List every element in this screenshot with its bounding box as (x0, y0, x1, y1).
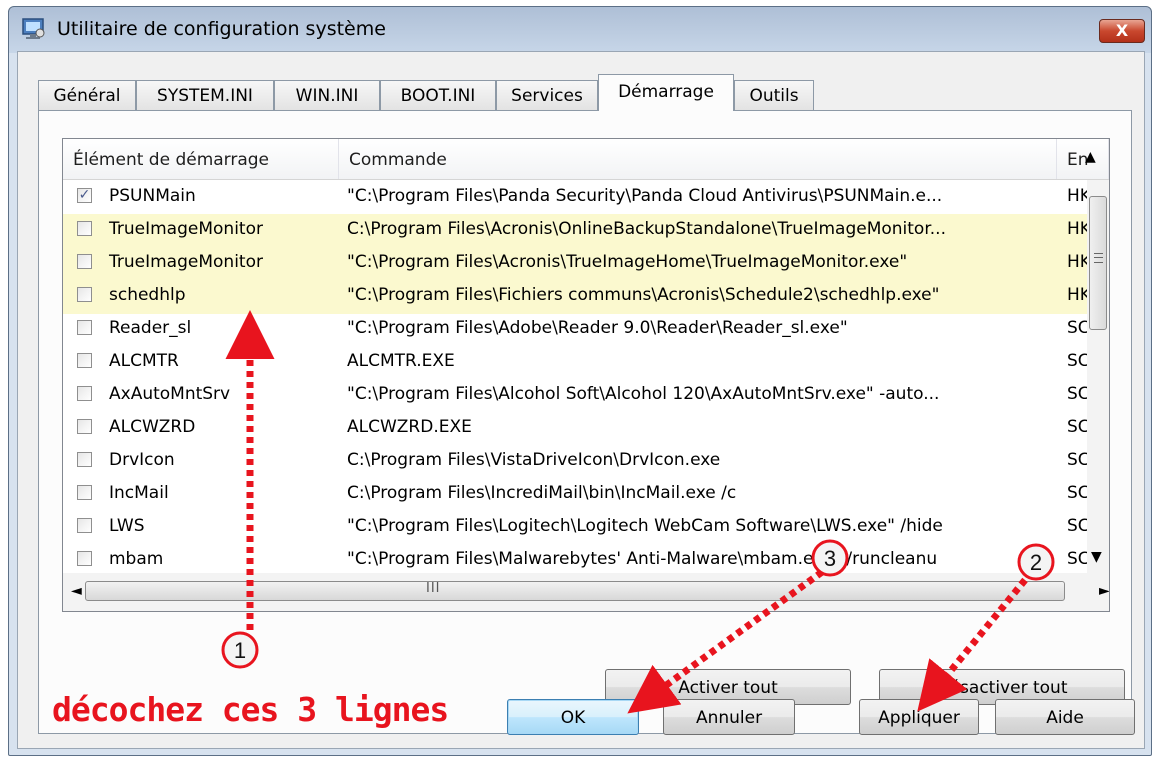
startup-item-location: HK (1067, 219, 1087, 239)
startup-item-location: SC (1067, 483, 1087, 503)
horizontal-scroll-thumb[interactable]: III (85, 581, 1065, 601)
horizontal-scrollbar[interactable]: ◄ III ► (63, 573, 1109, 611)
startup-item-location: SC (1067, 384, 1087, 404)
grip-icon (1094, 253, 1103, 263)
table-row[interactable]: ALCWZRD ALCWZRD.EXE SC (63, 412, 1087, 446)
startup-checkbox[interactable]: ✓ (77, 188, 92, 203)
table-row[interactable]: DrvIcon C:\Program Files\VistaDriveIcon\D… (63, 445, 1087, 479)
startup-panel: Élément de démarrage Commande En ▲ ✓ PSUN… (38, 110, 1132, 734)
startup-item-name: AxAutoMntSrv (109, 384, 231, 404)
scroll-down-icon[interactable]: ▼ (1091, 549, 1102, 565)
startup-item-name: mbam (109, 549, 164, 569)
scroll-right-icon[interactable]: ► (1099, 583, 1109, 599)
startup-item-location: HK (1067, 285, 1087, 305)
table-row[interactable]: mbam "C:\Program Files\Malwarebytes' Anti… (63, 544, 1087, 573)
startup-checkbox[interactable] (77, 485, 92, 500)
startup-item-location: HK (1067, 252, 1087, 272)
column-header-element[interactable]: Élément de démarrage (63, 139, 339, 179)
checkmark-icon: ✓ (78, 187, 91, 203)
startup-checkbox[interactable] (77, 419, 92, 434)
list-header: Élément de démarrage Commande En ▲ (63, 139, 1109, 180)
startup-item-name: TrueImageMonitor (109, 252, 263, 272)
startup-item-name: ALCWZRD (109, 417, 196, 437)
cancel-button[interactable]: Annuler (663, 699, 795, 735)
startup-checkbox[interactable] (77, 320, 92, 335)
startup-item-location: SC (1067, 450, 1087, 470)
table-row[interactable]: ALCMTR ALCMTR.EXE SC (63, 346, 1087, 380)
msconfig-window: Utilitaire de configuration système X Gé… (8, 6, 1152, 756)
startup-item-command: C:\Program Files\IncrediMail\bin\IncMail… (347, 483, 737, 503)
startup-item-name: Reader_sl (109, 318, 192, 338)
startup-item-command: "C:\Program Files\Acronis\TrueImageHome\… (347, 252, 908, 272)
startup-item-command: "C:\Program Files\Malwarebytes' Anti-Mal… (347, 549, 938, 569)
startup-checkbox[interactable] (77, 551, 92, 566)
ok-button[interactable]: OK (507, 699, 639, 735)
table-row[interactable]: TrueImageMonitor C:\Program Files\Acronis… (63, 214, 1087, 248)
scroll-left-icon[interactable]: ◄ (71, 583, 82, 599)
startup-item-name: ALCMTR (109, 351, 179, 371)
startup-item-command: ALCMTR.EXE (347, 351, 455, 371)
startup-item-name: PSUNMain (109, 186, 196, 206)
msconfig-icon (22, 18, 45, 39)
title-bar[interactable]: Utilitaire de configuration système X (9, 7, 1151, 51)
startup-checkbox[interactable] (77, 287, 92, 302)
vertical-scrollbar[interactable] (1087, 180, 1109, 573)
column-header-command[interactable]: Commande (339, 139, 1057, 179)
table-row[interactable]: LWS "C:\Program Files\Logitech\Logitech W… (63, 511, 1087, 545)
tab-boot-ini[interactable]: BOOT.INI (380, 80, 496, 110)
startup-checkbox[interactable] (77, 518, 92, 533)
startup-item-location: SC (1067, 549, 1087, 569)
startup-item-command: ALCWZRD.EXE (347, 417, 472, 437)
table-row[interactable]: IncMail C:\Program Files\IncrediMail\bin\… (63, 478, 1087, 512)
tab-general[interactable]: Général (38, 80, 136, 110)
startup-item-name: TrueImageMonitor (109, 219, 263, 239)
startup-item-command: "C:\Program Files\Adobe\Reader 9.0\Reade… (347, 318, 848, 338)
startup-item-command: C:\Program Files\VistaDriveIcon\DrvIcon.… (347, 450, 721, 470)
startup-item-location: SC (1067, 351, 1087, 371)
startup-item-command: "C:\Program Files\Fichiers communs\Acron… (347, 285, 940, 305)
startup-checkbox[interactable] (77, 452, 92, 467)
tab-demarrage[interactable]: Démarrage (598, 74, 734, 111)
startup-item-command: "C:\Program Files\Alcohol Soft\Alcohol 1… (347, 384, 940, 404)
startup-item-name: DrvIcon (109, 450, 175, 470)
startup-item-command: C:\Program Files\Acronis\OnlineBackupSta… (347, 219, 946, 239)
table-row[interactable]: schedhlp "C:\Program Files\Fichiers commu… (63, 280, 1087, 314)
startup-item-name: LWS (109, 516, 145, 536)
column-header-location[interactable]: En (1057, 139, 1109, 179)
tab-system-ini[interactable]: SYSTEM.INI (136, 80, 274, 110)
startup-item-location: SC (1067, 516, 1087, 536)
startup-item-location: HK (1067, 186, 1087, 206)
startup-item-name: IncMail (109, 483, 169, 503)
close-icon: X (1115, 21, 1129, 40)
startup-item-location: SC (1067, 318, 1087, 338)
table-row[interactable]: TrueImageMonitor "C:\Program Files\Acroni… (63, 247, 1087, 281)
instruction-note: décochez ces 3 lignes (52, 690, 449, 729)
apply-button[interactable]: Appliquer (859, 699, 979, 735)
tab-services[interactable]: Services (496, 80, 598, 110)
grip-icon: III (426, 581, 441, 596)
startup-checkbox[interactable] (77, 353, 92, 368)
help-button[interactable]: Aide (995, 699, 1135, 735)
startup-item-command: "C:\Program Files\Panda Security\Panda C… (347, 186, 943, 206)
list-rows: ✓ PSUNMain "C:\Program Files\Panda Securit… (63, 181, 1087, 573)
close-button[interactable]: X (1099, 19, 1145, 43)
startup-item-command: "C:\Program Files\Logitech\Logitech WebC… (347, 516, 943, 536)
dialog-client: Général SYSTEM.INI WIN.INI BOOT.INI Serv… (17, 51, 1145, 749)
tab-outils[interactable]: Outils (734, 80, 814, 110)
startup-list[interactable]: Élément de démarrage Commande En ▲ ✓ PSUN… (62, 138, 1110, 612)
table-row[interactable]: Reader_sl "C:\Program Files\Adobe\Reader … (63, 313, 1087, 347)
table-row[interactable]: AxAutoMntSrv "C:\Program Files\Alcohol So… (63, 379, 1087, 413)
window-title: Utilitaire de configuration système (57, 18, 386, 40)
table-row[interactable]: ✓ PSUNMain "C:\Program Files\Panda Securit… (63, 181, 1087, 215)
vertical-scroll-thumb[interactable] (1089, 196, 1107, 330)
scroll-up-icon[interactable]: ▲ (1085, 149, 1096, 165)
startup-item-name: schedhlp (109, 285, 186, 305)
tab-win-ini[interactable]: WIN.INI (274, 80, 380, 110)
startup-checkbox[interactable] (77, 386, 92, 401)
startup-checkbox[interactable] (77, 221, 92, 236)
startup-checkbox[interactable] (77, 254, 92, 269)
startup-item-location: SC (1067, 417, 1087, 437)
